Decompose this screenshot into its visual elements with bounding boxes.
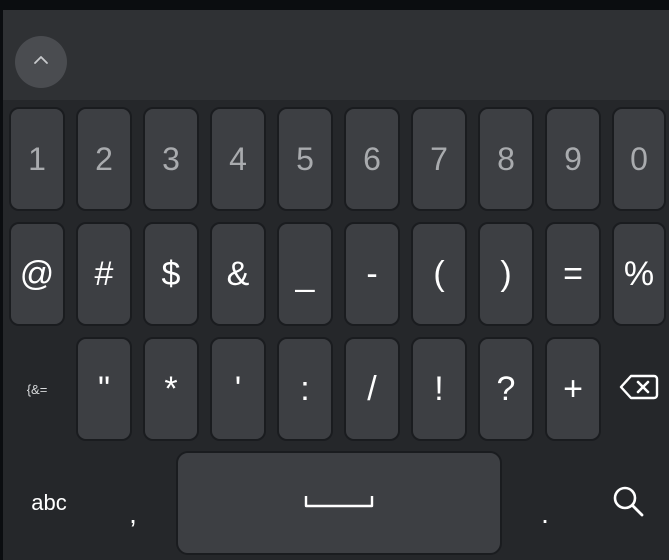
backspace-icon: [619, 373, 659, 406]
key-8[interactable]: 8: [478, 107, 534, 211]
period-key[interactable]: .: [512, 451, 578, 555]
chevron-up-icon: [31, 53, 51, 72]
key-underscore[interactable]: _: [277, 222, 333, 326]
key-plus[interactable]: +: [545, 337, 601, 441]
key-hash[interactable]: #: [76, 222, 132, 326]
search-icon: [611, 484, 645, 523]
key-7[interactable]: 7: [411, 107, 467, 211]
key-6[interactable]: 6: [344, 107, 400, 211]
key-3[interactable]: 3: [143, 107, 199, 211]
key-equals[interactable]: =: [545, 222, 601, 326]
collapse-toolbar-button[interactable]: [15, 36, 67, 88]
more-symbols-key[interactable]: {&=: [9, 337, 65, 441]
key-1[interactable]: 1: [9, 107, 65, 211]
key-percent[interactable]: %: [612, 222, 666, 326]
keyboard-toolbar: [3, 10, 669, 100]
key-9[interactable]: 9: [545, 107, 601, 211]
key-open-paren[interactable]: (: [411, 222, 467, 326]
key-close-paren[interactable]: ): [478, 222, 534, 326]
key-dollar[interactable]: $: [143, 222, 199, 326]
key-apostrophe[interactable]: ': [210, 337, 266, 441]
search-key[interactable]: [590, 451, 666, 555]
key-4[interactable]: 4: [210, 107, 266, 211]
key-slash[interactable]: /: [344, 337, 400, 441]
key-at[interactable]: @: [9, 222, 65, 326]
key-5[interactable]: 5: [277, 107, 333, 211]
key-double-quote[interactable]: ": [76, 337, 132, 441]
space-key[interactable]: [176, 451, 502, 555]
key-hyphen[interactable]: -: [344, 222, 400, 326]
top-edge: [0, 0, 669, 10]
key-colon[interactable]: :: [277, 337, 333, 441]
abc-key[interactable]: abc: [9, 451, 89, 555]
backspace-key[interactable]: [612, 337, 666, 441]
key-exclamation[interactable]: !: [411, 337, 467, 441]
key-2[interactable]: 2: [76, 107, 132, 211]
comma-key[interactable]: ,: [100, 451, 166, 555]
key-ampersand[interactable]: &: [210, 222, 266, 326]
key-asterisk[interactable]: *: [143, 337, 199, 441]
key-question[interactable]: ?: [478, 337, 534, 441]
space-bar-icon: [303, 493, 375, 514]
key-0[interactable]: 0: [612, 107, 666, 211]
